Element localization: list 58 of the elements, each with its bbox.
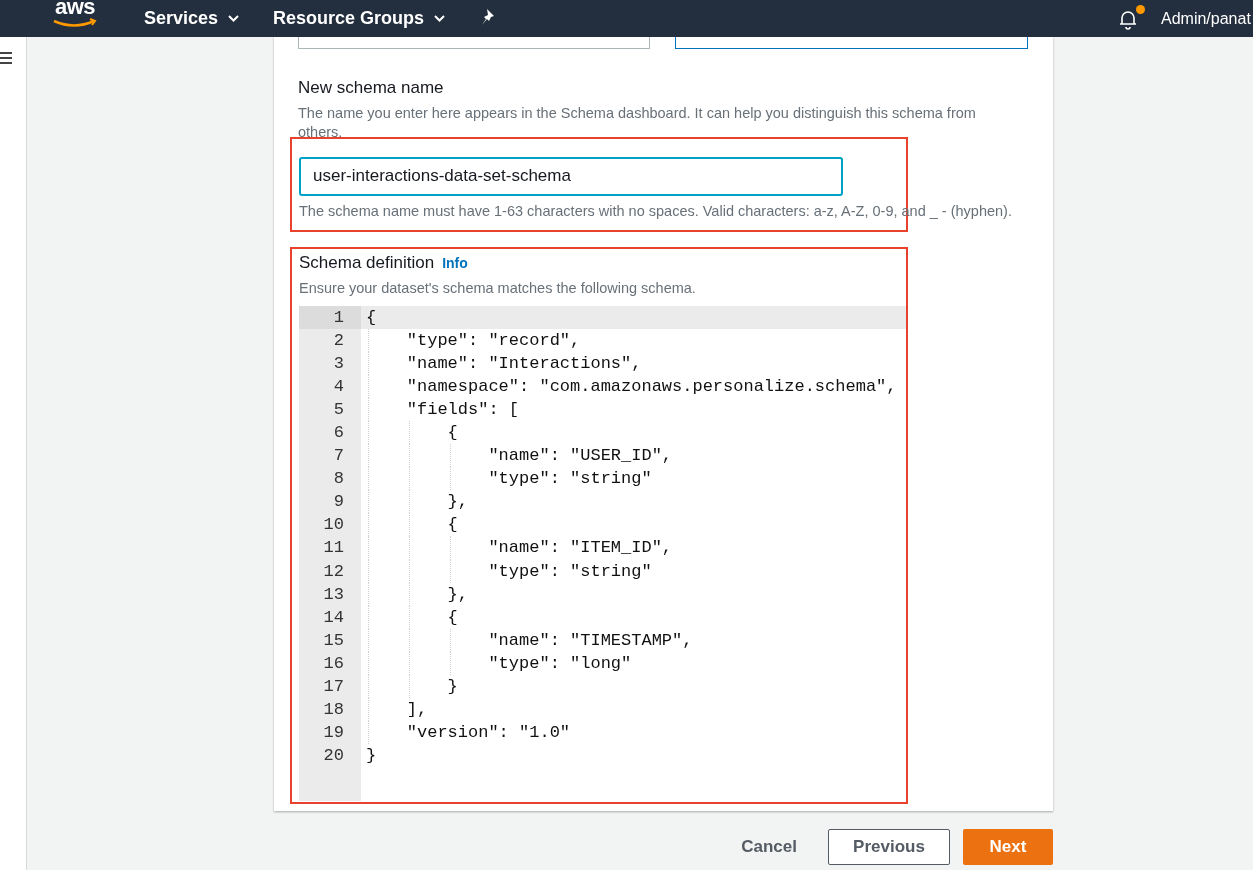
section-label: Schema definition — [299, 252, 435, 275]
input-field[interactable] — [298, 37, 650, 49]
code-line: "namespace": "com.amazonaws.personalize.schema", — [405, 376, 897, 396]
code-line: { — [446, 607, 458, 627]
nav-menu[interactable]: Services — [144, 5, 240, 32]
code-line: "name": "USER_ID", — [487, 446, 673, 466]
cancel-button[interactable]: Cancel — [723, 829, 815, 865]
aws-logo[interactable]: aws — [52, 0, 98, 28]
code-line: } — [366, 746, 377, 766]
line-number: 4 — [332, 375, 345, 398]
code-line: }, — [446, 492, 469, 512]
code-line: ], — [405, 700, 428, 720]
line-number: 15 — [322, 629, 345, 652]
line-number: 8 — [332, 468, 345, 491]
menu-icon[interactable] — [0, 51, 12, 65]
line-number: 2 — [332, 329, 345, 352]
code-line: { — [366, 307, 377, 327]
code-line: "fields": [ — [405, 399, 520, 419]
schema-name-field[interactable]: user-interactions-data-set-schema — [299, 156, 843, 196]
code-line: { — [446, 515, 458, 535]
code-line: }, — [446, 584, 469, 604]
line-number: 18 — [322, 699, 345, 722]
smile-arrow-icon — [52, 17, 98, 28]
line-number: 20 — [322, 745, 345, 768]
line-number: 7 — [332, 445, 345, 468]
line-number: 10 — [322, 514, 345, 537]
nav-menu[interactable]: Resource Groups — [273, 5, 446, 32]
code-line: "type": "long" — [487, 653, 632, 673]
code-line: } — [446, 677, 458, 696]
line-number: 13 — [322, 583, 345, 606]
section-description: Ensure your dataset's schema matches the following schema. — [299, 278, 697, 298]
code-line: "type": "string" — [487, 469, 652, 489]
line-number: 16 — [322, 652, 345, 675]
line-number: 1 — [299, 305, 361, 329]
code-line: "name": "ITEM_ID", — [487, 538, 673, 558]
line-number: 5 — [332, 398, 345, 421]
account-menu[interactable]: Admin/panat — [1161, 6, 1253, 31]
code-line: "name": "Interactions", — [405, 353, 642, 373]
line-number: 3 — [332, 352, 345, 375]
code-line: "type": "record", — [405, 330, 581, 350]
line-number: 6 — [332, 421, 345, 444]
code-line: { — [446, 422, 458, 442]
previous-button[interactable]: Previous — [828, 829, 950, 865]
line-number: 9 — [332, 491, 345, 514]
line-number: 12 — [322, 560, 345, 583]
code-line: "name": "TIMESTAMP", — [487, 630, 693, 650]
field-label: New schema name — [298, 77, 445, 99]
code-line: "version": "1.0" — [405, 723, 571, 743]
caret-icon[interactable] — [228, 15, 240, 22]
input-field[interactable] — [675, 37, 1028, 49]
info-link[interactable]: Info — [442, 253, 468, 275]
code-line: "type": "string" — [487, 561, 652, 581]
line-number: 14 — [322, 606, 345, 629]
line-number: 17 — [322, 676, 345, 698]
line-number: 19 — [322, 722, 345, 745]
line-number: 11 — [322, 537, 345, 560]
caret-icon[interactable] — [434, 15, 446, 22]
field-description: The name you enter here appears in the Schema dashboard. It can help you distinguish this schema from others. — [298, 103, 977, 142]
